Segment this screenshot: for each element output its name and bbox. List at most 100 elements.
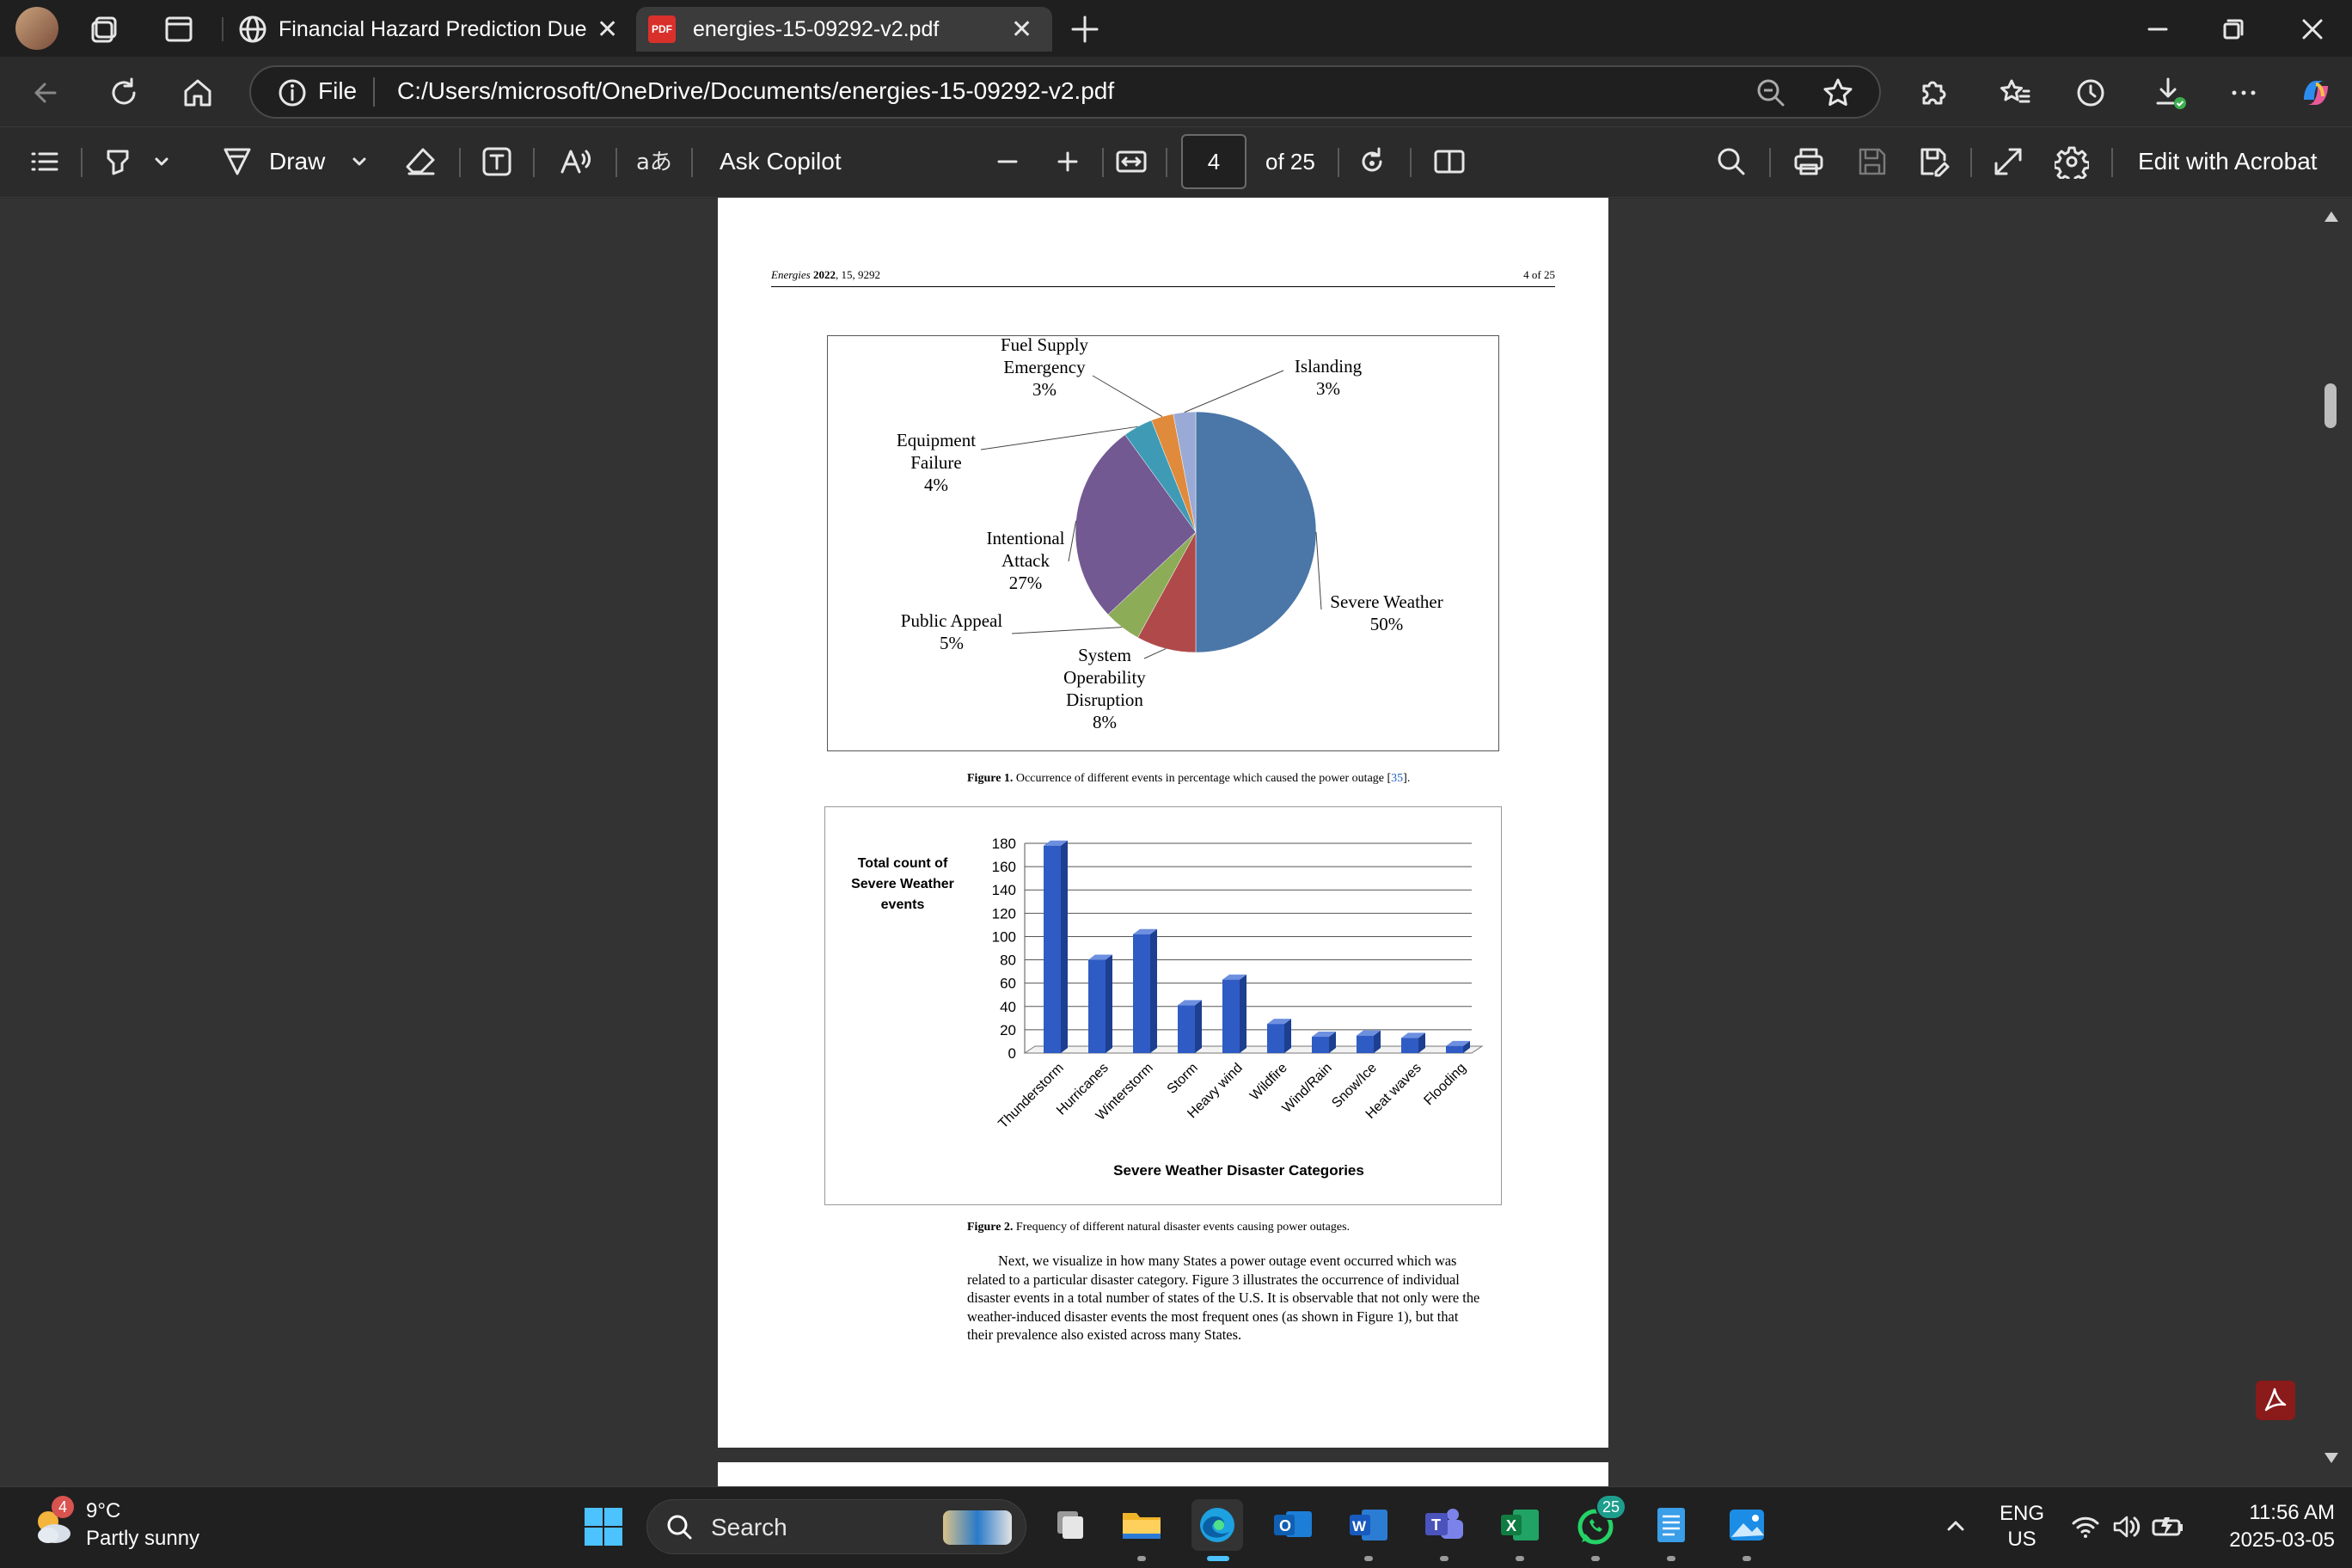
page-view-icon[interactable] [1432, 144, 1467, 179]
photos-icon[interactable] [1721, 1499, 1773, 1551]
file-explorer-icon[interactable] [1116, 1499, 1167, 1551]
minimize-button[interactable] [2141, 12, 2175, 46]
task-view-icon[interactable] [1044, 1499, 1095, 1551]
zoom-out-icon[interactable] [1754, 76, 1788, 110]
highlight-icon[interactable] [101, 144, 136, 179]
zoom-out-button[interactable] [990, 144, 1025, 179]
y-axis-title: Severe Weather [851, 877, 954, 891]
language-code: ENG [1999, 1502, 2044, 1525]
print-icon[interactable] [1792, 144, 1826, 179]
search-pdf-icon[interactable] [1714, 144, 1749, 179]
acrobat-icon[interactable] [2256, 1381, 2295, 1420]
scroll-up-arrow[interactable] [2323, 210, 2340, 224]
eraser-icon[interactable] [404, 144, 438, 179]
leader-line [1315, 531, 1322, 610]
whatsapp-badge-count: 25 [1602, 1498, 1620, 1516]
extensions-icon[interactable] [1915, 76, 1950, 110]
whatsapp-icon[interactable]: 25 [1570, 1494, 1626, 1551]
word-icon[interactable]: W [1343, 1499, 1394, 1551]
weather-temp: 9°C [86, 1499, 121, 1522]
battery-icon[interactable] [2151, 1511, 2185, 1542]
highlight-dropdown-chevron-icon[interactable] [153, 153, 170, 170]
new-tab-button[interactable] [1068, 12, 1102, 46]
toolbar-divider [1338, 148, 1339, 177]
scrollbar-thumb[interactable] [2324, 383, 2337, 428]
notepad-icon[interactable] [1645, 1499, 1697, 1551]
back-icon[interactable] [29, 76, 64, 110]
ask-copilot-button[interactable]: Ask Copilot [720, 148, 842, 175]
copilot-icon[interactable] [2295, 72, 2337, 113]
save-icon[interactable] [1855, 144, 1890, 179]
show-hidden-icons-chevron-icon[interactable] [1943, 1513, 1969, 1539]
running-indicator [1137, 1556, 1146, 1561]
home-icon[interactable] [181, 76, 215, 110]
teams-icon[interactable]: T [1418, 1499, 1470, 1551]
pie-label: System [1078, 645, 1131, 665]
refresh-icon[interactable] [107, 76, 141, 110]
rotate-icon[interactable] [1355, 144, 1389, 179]
history-icon[interactable] [2073, 76, 2108, 110]
leader-line [1011, 627, 1123, 634]
weather-widget[interactable]: 4 9°C Partly sunny [29, 1496, 210, 1554]
tab-energies-pdf[interactable]: PDF energies-15-09292-v2.pdf ✕ [636, 7, 1052, 52]
x-tick-label: Wildfire [1247, 1061, 1290, 1104]
outlook-icon[interactable]: O [1267, 1499, 1319, 1551]
clock[interactable]: 11:56 AM 2025-03-05 [2201, 1499, 2335, 1554]
page-number-input[interactable]: 4 [1181, 134, 1246, 189]
edge-icon[interactable] [1191, 1499, 1243, 1551]
workspaces-icon[interactable] [89, 14, 120, 45]
address-url[interactable]: C:/Users/microsoft/OneDrive/Documents/en… [397, 77, 1114, 105]
toolbar-divider [459, 148, 461, 177]
info-icon[interactable] [275, 76, 309, 110]
favorites-icon[interactable] [1998, 76, 2032, 110]
zoom-in-button[interactable] [1050, 144, 1085, 179]
volume-icon[interactable] [2110, 1511, 2141, 1542]
start-button[interactable] [583, 1506, 624, 1547]
bar-side [1284, 1019, 1291, 1053]
language-indicator[interactable]: ENG US [1993, 1501, 2051, 1553]
translate-icon[interactable]: aあ [634, 143, 672, 181]
caption-text: Occurrence of different events in percen… [1013, 772, 1392, 785]
bar-side [1061, 840, 1068, 1053]
draw-label[interactable]: Draw [269, 148, 325, 175]
pie-label: Disruption [1066, 689, 1143, 710]
pie-label: Fuel Supply [1001, 336, 1089, 355]
tab-financial-hazard[interactable]: Financial Hazard Prediction Due t ✕ [229, 7, 629, 52]
journal-volume: , 15, 9292 [835, 268, 880, 281]
close-window-button[interactable] [2295, 12, 2330, 46]
paragraph-line: weather-induced disaster events the most… [967, 1308, 1459, 1325]
running-indicator [1591, 1556, 1600, 1561]
draw-dropdown-chevron-icon[interactable] [351, 153, 368, 170]
running-indicator [1440, 1556, 1449, 1561]
scroll-down-arrow[interactable] [2323, 1451, 2340, 1465]
draw-icon[interactable] [220, 144, 254, 179]
fit-width-icon[interactable] [1114, 144, 1148, 179]
svg-text:aあ: aあ [636, 150, 672, 175]
taskbar-search[interactable]: Search [646, 1499, 1026, 1554]
text-box-icon[interactable] [480, 144, 514, 179]
vertical-tabs-icon[interactable] [163, 14, 194, 45]
toolbar-divider [1102, 148, 1104, 177]
paragraph-line: related to a particular disaster categor… [967, 1271, 1460, 1288]
profile-avatar[interactable] [15, 7, 58, 50]
full-screen-icon[interactable] [1991, 144, 2025, 179]
svg-text:W: W [1352, 1518, 1367, 1534]
contents-icon[interactable] [29, 146, 60, 177]
figure-2-frame: 0 20 40 60 80 100 120 140 160 180 Thunderstorm Hurr… [824, 806, 1502, 1205]
next-pdf-page [718, 1462, 1608, 1488]
favorite-star-icon[interactable] [1821, 76, 1855, 110]
more-menu-icon[interactable] [2226, 76, 2261, 110]
read-aloud-icon[interactable] [559, 144, 597, 179]
save-as-icon[interactable] [1917, 144, 1951, 179]
close-tab-icon[interactable]: ✕ [597, 15, 618, 45]
svg-text:O: O [1279, 1517, 1291, 1534]
settings-gear-icon[interactable] [2055, 144, 2089, 179]
wifi-icon[interactable] [2070, 1511, 2101, 1542]
close-tab-icon[interactable]: ✕ [1011, 15, 1032, 45]
edit-with-acrobat-button[interactable]: Edit with Acrobat [2138, 148, 2318, 175]
restore-button[interactable] [2216, 12, 2251, 46]
excel-icon[interactable]: X [1494, 1499, 1546, 1551]
toolbar-divider [1970, 148, 1972, 177]
downloads-icon[interactable] [2151, 74, 2189, 112]
citation-link[interactable]: 35 [1391, 772, 1403, 785]
